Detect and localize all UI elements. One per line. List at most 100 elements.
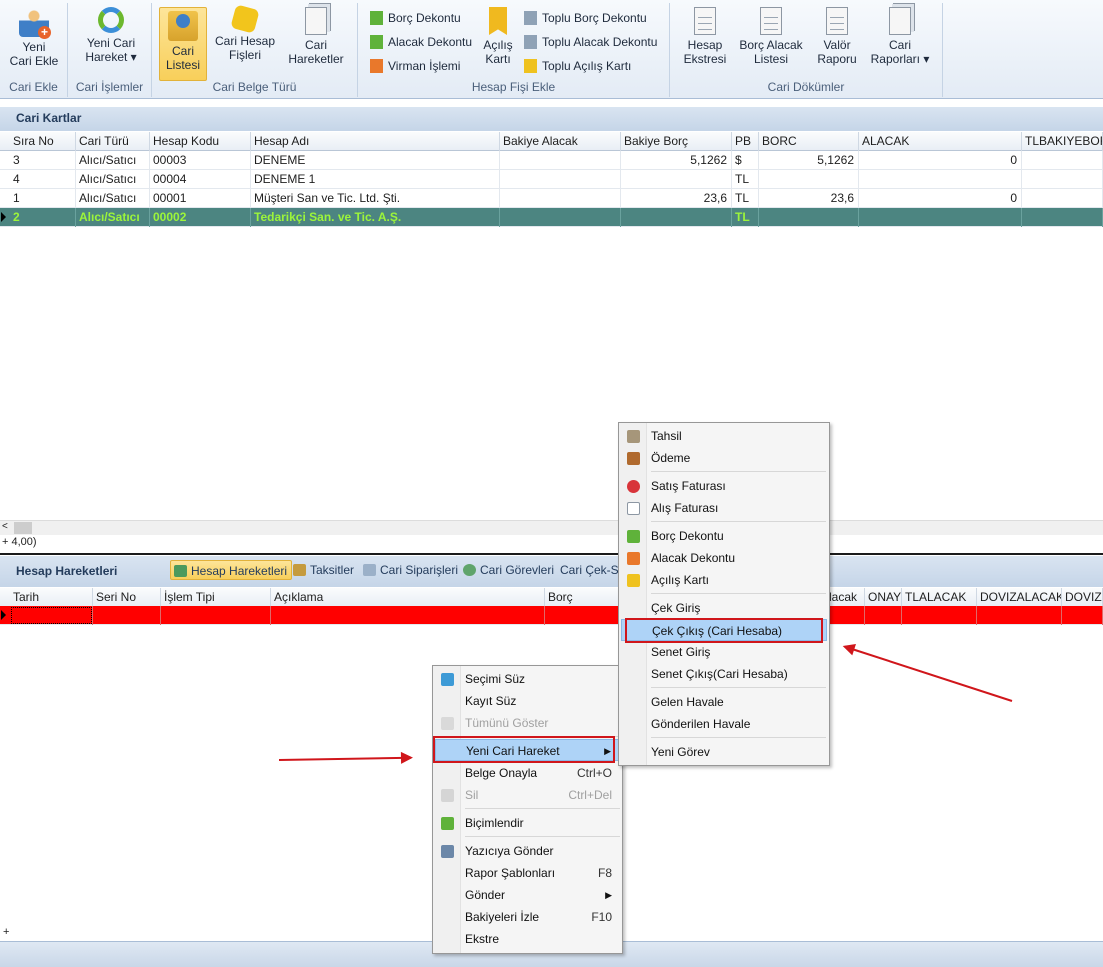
submenu-item-senet-giris[interactable]: Senet Giriş bbox=[621, 641, 827, 663]
tarih-cell[interactable] bbox=[10, 606, 93, 625]
column-header[interactable]: Tarih bbox=[10, 588, 93, 607]
submenu-item-alacak-dekontu[interactable]: Alacak Dekontu bbox=[621, 547, 827, 569]
alacak-cell[interactable] bbox=[859, 208, 1022, 227]
hesap-kodu-cell[interactable]: 00004 bbox=[150, 170, 251, 189]
column-header[interactable]: Hesap Adı bbox=[251, 132, 500, 151]
column-header[interactable]: Bakiye Borç bbox=[621, 132, 732, 151]
borc-cell[interactable]: 5,1262 bbox=[759, 151, 859, 170]
cari-hareketler-button[interactable]: Cari Hareketler bbox=[286, 7, 346, 66]
borc-alacak-listesi-button[interactable]: Borç Alacak Listesi bbox=[736, 7, 806, 66]
bakiye-alacak-cell[interactable] bbox=[500, 170, 621, 189]
submenu-item-tahsil[interactable]: Tahsil bbox=[621, 425, 827, 447]
column-header[interactable]: lacak bbox=[826, 588, 865, 607]
tlbakiyebor-cell[interactable] bbox=[1022, 151, 1103, 170]
hesap-ekstresi-button[interactable]: Hesap Ekstresi bbox=[678, 7, 732, 66]
hareket-empty-row[interactable] bbox=[0, 606, 1103, 625]
column-header[interactable]: TLALACAK bbox=[902, 588, 977, 607]
column-header[interactable]: Bakiye Alacak bbox=[500, 132, 621, 151]
menu-item-bicimlendir[interactable]: Biçimlendir bbox=[435, 812, 620, 834]
menu-item-kayit-suz[interactable]: Kayıt Süz bbox=[435, 690, 620, 712]
pb-cell[interactable]: $ bbox=[732, 151, 759, 170]
borc-cell[interactable] bbox=[759, 208, 859, 227]
bakiye-alacak-cell[interactable] bbox=[500, 208, 621, 227]
table-row[interactable]: 1 Alıcı/Satıcı 00001 Müşteri San ve Tic. Lt… bbox=[0, 189, 1103, 208]
bakiye-borc-cell[interactable]: 5,1262 bbox=[621, 151, 732, 170]
islem-tipi-cell[interactable] bbox=[161, 606, 271, 625]
dovizalacak-cell[interactable] bbox=[977, 606, 1062, 625]
alacak-cell[interactable] bbox=[826, 606, 865, 625]
table-row-selected[interactable]: 2 Alıcı/Satıcı 00002 Tedarikçi San. ve Tic.… bbox=[0, 208, 1103, 227]
bakiye-alacak-cell[interactable] bbox=[500, 151, 621, 170]
hesap-kodu-cell[interactable]: 00001 bbox=[150, 189, 251, 208]
menu-item-belge-onayla[interactable]: Belge Onayla Ctrl+O bbox=[435, 762, 620, 784]
bakiye-borc-cell[interactable] bbox=[621, 170, 732, 189]
table-row[interactable]: 3 Alıcı/Satıcı 00003 DENEME 5,1262 $5,1262 0 bbox=[0, 151, 1103, 170]
sira-no-cell[interactable]: 2 bbox=[10, 208, 76, 227]
menu-item-ekstre[interactable]: Ekstre bbox=[435, 928, 620, 950]
pb-cell[interactable]: TL bbox=[732, 208, 759, 227]
onay-cell[interactable] bbox=[865, 606, 902, 625]
column-header[interactable]: Açıklama bbox=[271, 588, 545, 607]
submenu-item-yeni-gorev[interactable]: Yeni Görev bbox=[621, 741, 827, 763]
cari-hesap-fisleri-button[interactable]: Cari Hesap Fişleri bbox=[212, 4, 278, 62]
virman-islemi-button[interactable]: Virman İşlemi bbox=[368, 57, 460, 75]
borc-cell[interactable]: 23,6 bbox=[759, 189, 859, 208]
table-row[interactable]: 4 Alıcı/Satıcı 00004 DENEME 1 TL bbox=[0, 170, 1103, 189]
submenu-item-senet-cikis[interactable]: Senet Çıkış(Cari Hesaba) bbox=[621, 663, 827, 685]
submenu-item-gelen-havale[interactable]: Gelen Havale bbox=[621, 691, 827, 713]
borc-cell[interactable] bbox=[759, 170, 859, 189]
bakiye-borc-cell[interactable] bbox=[621, 208, 732, 227]
seri-no-cell[interactable] bbox=[93, 606, 161, 625]
column-header[interactable]: Hesap Kodu bbox=[150, 132, 251, 151]
tlalacak-cell[interactable] bbox=[902, 606, 977, 625]
cari-turu-cell[interactable]: Alıcı/Satıcı bbox=[76, 151, 150, 170]
doviz-cell[interactable] bbox=[1062, 606, 1103, 625]
submenu-item-cek-giris[interactable]: Çek Giriş bbox=[621, 597, 827, 619]
menu-item-rapor-sablonlari[interactable]: Rapor Şablonları F8 bbox=[435, 862, 620, 884]
column-header[interactable]: TLBAKIYEBOR bbox=[1022, 132, 1103, 151]
column-header[interactable]: ALACAK bbox=[859, 132, 1022, 151]
hesap-adi-cell[interactable]: DENEME 1 bbox=[251, 170, 500, 189]
hesap-kodu-cell[interactable]: 00002 bbox=[150, 208, 251, 227]
column-header[interactable]: DOVIZALACAK bbox=[977, 588, 1062, 607]
horizontal-scrollbar[interactable]: < bbox=[0, 520, 1103, 535]
yeni-cari-ekle-button[interactable]: Yeni Cari Ekle bbox=[5, 7, 63, 68]
sira-no-cell[interactable]: 1 bbox=[10, 189, 76, 208]
submenu-item-gonderilen-havale[interactable]: Gönderilen Havale bbox=[621, 713, 827, 735]
cari-turu-cell[interactable]: Alıcı/Satıcı bbox=[76, 170, 150, 189]
cari-listesi-button[interactable]: Cari Listesi bbox=[159, 7, 207, 81]
toplu-alacak-dekontu-button[interactable]: Toplu Alacak Dekontu bbox=[522, 33, 657, 51]
submenu-item-alis-faturasi[interactable]: Alış Faturası bbox=[621, 497, 827, 519]
bakiye-borc-cell[interactable]: 23,6 bbox=[621, 189, 732, 208]
menu-item-bakiyeleri-izle[interactable]: Bakiyeleri İzle F10 bbox=[435, 906, 620, 928]
splitter[interactable] bbox=[0, 553, 1103, 555]
aciklama-cell[interactable] bbox=[271, 606, 545, 625]
menu-item-gonder[interactable]: Gönder ▶ bbox=[435, 884, 620, 906]
hesap-kodu-cell[interactable]: 00003 bbox=[150, 151, 251, 170]
submenu-item-acilis-karti[interactable]: Açılış Kartı bbox=[621, 569, 827, 591]
column-header[interactable]: ONAY bbox=[865, 588, 902, 607]
sira-no-cell[interactable]: 4 bbox=[10, 170, 76, 189]
column-header[interactable]: Cari Türü bbox=[76, 132, 150, 151]
submenu-item-satis-faturasi[interactable]: Satış Faturası bbox=[621, 475, 827, 497]
valor-raporu-button[interactable]: Valör Raporu bbox=[812, 7, 862, 66]
borc-dekontu-button[interactable]: Borç Dekontu bbox=[368, 9, 461, 27]
alacak-cell[interactable]: 0 bbox=[859, 151, 1022, 170]
alacak-cell[interactable]: 0 bbox=[859, 189, 1022, 208]
yeni-cari-hareket-button[interactable]: Yeni Cari Hareket ▾ bbox=[80, 7, 142, 64]
menu-item-secimi-suz[interactable]: Seçimi Süz bbox=[435, 668, 620, 690]
toplu-acilis-karti-button[interactable]: Toplu Açılış Kartı bbox=[522, 57, 631, 75]
tab-cari-cek-senet[interactable]: Cari Çek-S bbox=[542, 560, 623, 580]
acilis-karti-button[interactable]: Açılış Kartı bbox=[476, 7, 520, 66]
tab-taksitler[interactable]: Taksitler bbox=[290, 560, 358, 580]
menu-item-sil[interactable]: Sil Ctrl+Del bbox=[435, 784, 620, 806]
tlbakiyebor-cell[interactable] bbox=[1022, 170, 1103, 189]
cari-raporlari-button[interactable]: Cari Raporları ▾ bbox=[868, 7, 932, 66]
column-header[interactable]: Borç bbox=[545, 588, 619, 607]
toplu-borc-dekontu-button[interactable]: Toplu Borç Dekontu bbox=[522, 9, 647, 27]
tab-hesap-hareketleri[interactable]: Hesap Hareketleri bbox=[170, 560, 293, 580]
column-header[interactable]: BORC bbox=[759, 132, 859, 151]
tlbakiyebor-cell[interactable] bbox=[1022, 208, 1103, 227]
column-header[interactable]: DOVIZ bbox=[1062, 588, 1103, 607]
column-header[interactable]: İşlem Tipi bbox=[161, 588, 271, 607]
